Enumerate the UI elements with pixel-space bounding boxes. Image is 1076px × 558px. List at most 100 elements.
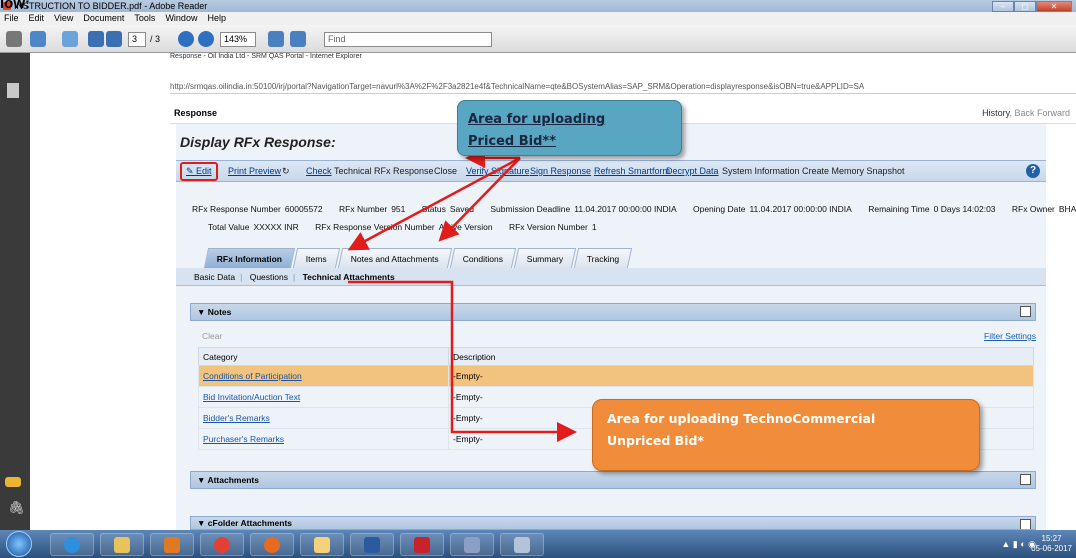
technical-rfx-response-button[interactable]: Technical RFx Response <box>334 166 434 176</box>
screenshot-root: INSTRUCTION TO BIDDER.pdf - Adobe Reader… <box>0 0 1076 558</box>
subtab-questions[interactable]: Questions <box>250 272 288 282</box>
comment-icon[interactable] <box>62 31 78 47</box>
page-up-icon[interactable] <box>88 31 104 47</box>
unpriced-callout-line-2: Unpriced Bid* <box>607 433 704 448</box>
menu-edit[interactable]: Edit <box>29 12 45 25</box>
taskbar-ie[interactable] <box>50 533 94 556</box>
tab-label: Conditions <box>462 254 503 264</box>
help-icon[interactable]: ? <box>1026 164 1040 178</box>
pages-panel-icon[interactable] <box>7 83 19 98</box>
menu-document[interactable]: Document <box>83 12 124 25</box>
start-button[interactable] <box>6 531 32 557</box>
signature-icon[interactable] <box>5 477 21 487</box>
browser-address-bar[interactable]: http://srmqas.oilindia.in:50100/irj/port… <box>170 80 1076 94</box>
page-down-icon[interactable] <box>106 31 122 47</box>
taskbar-paint[interactable] <box>450 533 494 556</box>
tab-label: Tracking <box>587 254 620 264</box>
column-header-description: Description <box>448 347 1034 366</box>
find-input[interactable]: Find <box>324 32 492 47</box>
taskbar-explorer[interactable] <box>100 533 144 556</box>
subtab-technical-attachments[interactable]: Technical Attachments <box>303 272 395 282</box>
response-label: Response <box>174 108 218 118</box>
taskbar-adobe-reader[interactable] <box>400 533 444 556</box>
note-description: -Empty- <box>448 365 1034 387</box>
minimize-button[interactable]: – <box>992 1 1014 12</box>
note-category-link[interactable]: Conditions of Participation <box>203 371 302 381</box>
tab-items[interactable]: Items <box>293 248 341 268</box>
table-row[interactable]: Conditions of Participation -Empty- <box>198 365 1034 387</box>
system-clock[interactable]: 15:27 05-06-2017 <box>1031 534 1072 554</box>
cfolder-section-title: ▼ cFolder Attachments <box>197 518 293 528</box>
tab-conditions[interactable]: Conditions <box>449 248 517 268</box>
menu-view[interactable]: View <box>54 12 73 25</box>
edit-button[interactable]: ✎ Edit <box>186 166 212 177</box>
history-link[interactable]: History <box>982 108 1009 118</box>
action-toolbar: ✎ Edit Print Preview ↻ Check Technical R… <box>176 160 1046 182</box>
zoom-out-icon[interactable] <box>178 31 194 47</box>
tab-label: Summary <box>526 254 564 264</box>
rfx-response-version-label: RFx Response Version Number <box>315 222 435 232</box>
filter-link[interactable]: Filter <box>984 331 1003 341</box>
settings-link[interactable]: Settings <box>1005 331 1036 341</box>
subtab-basic-data[interactable]: Basic Data <box>194 272 235 282</box>
attachment-clip-icon[interactable]: 🖇 <box>8 500 25 516</box>
unpriced-callout-line-1: Area for uploading TechnoCommercial <box>607 411 876 426</box>
opening-date: 11.04.2017 00:00:00 INDIA <box>749 204 852 214</box>
tab-notes-and-attachments[interactable]: Notes and Attachments <box>337 248 452 268</box>
rfx-tabs: RFx Information Items Notes and Attachme… <box>203 248 633 268</box>
taskbar-files[interactable] <box>300 533 344 556</box>
taskbar-outlook[interactable] <box>150 533 194 556</box>
back-link[interactable]: Back <box>1014 108 1034 118</box>
rfx-number: 951 <box>391 204 406 214</box>
window-controls: – ▢ ✕ <box>992 1 1072 12</box>
rfx-response-number: 60005572 <box>284 204 323 214</box>
sign-response-button[interactable]: Sign Response <box>530 166 591 176</box>
close-action-button[interactable]: Close <box>434 166 457 176</box>
window-titlebar: INSTRUCTION TO BIDDER.pdf - Adobe Reader… <box>0 0 1076 12</box>
fit-page-icon[interactable] <box>290 31 306 47</box>
collaborate-icon[interactable] <box>30 31 46 47</box>
submission-deadline-label: Submission Deadline <box>490 204 571 214</box>
collapse-toggle[interactable] <box>1020 474 1031 485</box>
note-category-link[interactable]: Purchaser's Remarks <box>203 434 284 444</box>
taskbar-chrome[interactable] <box>200 533 244 556</box>
chrome-icon <box>214 537 230 553</box>
close-button[interactable]: ✕ <box>1036 1 1072 12</box>
tab-summary[interactable]: Summary <box>513 248 577 268</box>
note-category-link[interactable]: Bidder's Remarks <box>203 413 270 423</box>
rfx-owner-label: RFx Owner <box>1011 204 1055 214</box>
collapse-toggle[interactable] <box>1020 519 1031 529</box>
print-preview-button[interactable]: Print Preview <box>228 166 281 176</box>
refresh-smartform-button[interactable]: Refresh Smartform <box>594 166 670 176</box>
taskbar-word[interactable] <box>350 533 394 556</box>
page-number-input[interactable]: 3 <box>128 32 146 47</box>
forward-link[interactable]: Forward <box>1037 108 1070 118</box>
tab-rfx-information[interactable]: RFx Information <box>203 248 296 268</box>
taskbar-firefox[interactable] <box>250 533 294 556</box>
attachments-section-header[interactable]: ▼ Attachments <box>190 471 1036 489</box>
menu-tools[interactable]: Tools <box>134 12 155 25</box>
zoom-level-select[interactable]: 143% <box>220 32 256 47</box>
taskbar-tool[interactable] <box>500 533 544 556</box>
cfolder-section-header[interactable]: ▼ cFolder Attachments <box>190 516 1036 530</box>
note-category-link[interactable]: Bid Invitation/Auction Text <box>203 392 300 402</box>
notes-section-header[interactable]: ▼ Notes <box>190 303 1036 321</box>
clear-button[interactable]: Clear <box>202 331 222 341</box>
verify-signature-button[interactable]: Verify Signature <box>466 166 530 176</box>
refresh-icon[interactable]: ↻ <box>282 166 290 177</box>
create-memory-snapshot-button[interactable]: Create Memory Snapshot <box>802 166 905 176</box>
decrypt-data-button[interactable]: Decrypt Data <box>666 166 719 176</box>
menu-help[interactable]: Help <box>207 12 226 25</box>
menu-bar: File Edit View Document Tools Window Hel… <box>0 12 1076 25</box>
print-icon[interactable] <box>6 31 22 47</box>
check-button[interactable]: Check <box>306 166 332 176</box>
menu-file[interactable]: File <box>4 12 19 25</box>
fit-width-icon[interactable] <box>268 31 284 47</box>
system-information-button[interactable]: System Information <box>722 166 800 176</box>
zoom-in-icon[interactable] <box>198 31 214 47</box>
maximize-button[interactable]: ▢ <box>1014 1 1036 12</box>
tab-tracking[interactable]: Tracking <box>574 248 633 268</box>
tool-icon <box>514 537 530 553</box>
collapse-toggle[interactable] <box>1020 306 1031 317</box>
menu-window[interactable]: Window <box>165 12 197 25</box>
